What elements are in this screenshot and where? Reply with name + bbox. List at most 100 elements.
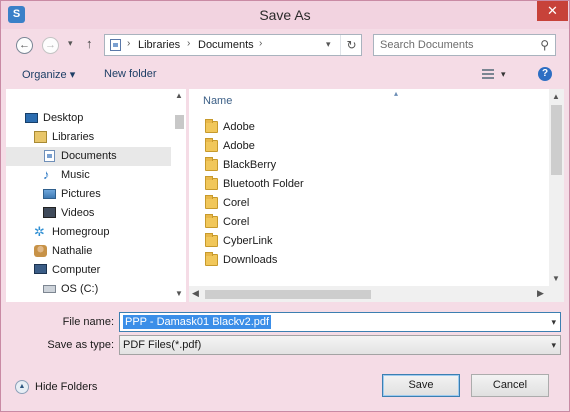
breadcrumb-documents[interactable]: Documents (198, 39, 254, 51)
recent-locations-dropdown[interactable]: ▾ (68, 38, 73, 49)
nav-item-videos[interactable]: Videos (6, 204, 171, 223)
dialog-title: Save As (259, 7, 311, 23)
help-icon[interactable]: ? (538, 67, 552, 81)
up-level-button[interactable]: ↑ (86, 36, 93, 51)
address-history-dropdown[interactable]: ▾ (326, 39, 331, 50)
libraries-icon (34, 131, 47, 143)
scroll-right-arrow[interactable]: ▶ (537, 288, 544, 299)
scroll-thumb[interactable] (205, 290, 371, 299)
nav-item-label: OS (C:) (61, 283, 99, 295)
folder-icon (205, 119, 218, 133)
file-name: BlackBerry (223, 159, 277, 171)
collapse-up-icon: ▲ (15, 380, 29, 394)
file-row[interactable]: Adobe (203, 118, 533, 137)
navigation-pane-scrollbar[interactable]: ▲ ▼ (172, 89, 186, 302)
file-list-vertical-scrollbar[interactable]: ▲ ▼ (549, 89, 564, 286)
nav-item-label: Pictures (61, 188, 101, 200)
command-toolbar: Organize ▾ New folder ▾ ? (1, 61, 569, 89)
save-as-type-value: PDF Files(*.pdf) (123, 339, 202, 351)
save-button[interactable]: Save (382, 374, 460, 397)
music-icon: ♪ (43, 167, 50, 182)
nav-item-desktop[interactable]: Desktop (6, 109, 171, 128)
nav-item-computer[interactable]: Computer (6, 261, 171, 280)
file-name: Corel (223, 197, 250, 209)
folder-icon (205, 214, 218, 228)
search-box[interactable]: Search Documents ⚲ (373, 34, 556, 56)
file-name-dropdown-arrow[interactable]: ▾ (551, 317, 556, 328)
nav-item-label: Libraries (52, 131, 95, 143)
file-name: Adobe (223, 140, 255, 152)
column-header-name[interactable]: Name (203, 95, 232, 107)
search-icon[interactable]: ⚲ (540, 38, 549, 52)
nav-item-label: Computer (52, 264, 101, 276)
nav-item-homegroup[interactable]: ✲ Homegroup (6, 223, 171, 242)
organize-menu-button[interactable]: Organize ▾ (22, 68, 75, 81)
nav-item-nathalie[interactable]: Nathalie (6, 242, 171, 261)
file-name: Adobe (223, 121, 255, 133)
file-row[interactable]: Corel (203, 194, 533, 213)
save-as-dialog: S Save As ✕ ← → ▾ ↑ › Libraries › Docume… (0, 0, 570, 412)
save-as-type-dropdown-arrow[interactable]: ▾ (551, 340, 556, 351)
videos-icon (43, 207, 56, 218)
new-folder-button[interactable]: New folder (104, 68, 157, 80)
file-name: CyberLink (223, 235, 273, 247)
nav-item-label: Desktop (43, 112, 84, 124)
search-input[interactable]: Search Documents (380, 39, 474, 51)
back-button[interactable]: ← (16, 37, 33, 54)
file-row[interactable]: CyberLink (203, 232, 533, 251)
save-as-type-select[interactable]: PDF Files(*.pdf) ▾ (119, 335, 561, 355)
nav-item-label: Documents (61, 150, 117, 162)
folder-icon (205, 176, 218, 190)
scroll-thumb[interactable] (175, 115, 184, 129)
cancel-button[interactable]: Cancel (471, 374, 549, 397)
nav-item-documents[interactable]: Documents (6, 147, 171, 166)
nav-item-music[interactable]: ♪ Music (6, 166, 171, 185)
file-row[interactable]: Adobe (203, 137, 533, 156)
hide-folders-label: Hide Folders (35, 381, 98, 393)
nav-item-libraries[interactable]: Libraries (6, 128, 171, 147)
breadcrumb-separator: › (187, 38, 191, 49)
file-name-label: File name: (62, 316, 114, 328)
title-bar[interactable]: S Save As ✕ (1, 1, 569, 29)
breadcrumb-libraries[interactable]: Libraries (138, 39, 180, 51)
breadcrumb-separator: › (127, 38, 131, 49)
scroll-up-arrow[interactable]: ▲ (549, 92, 563, 101)
navigation-pane: Desktop Libraries Documents ♪ Music Pict… (6, 89, 186, 302)
file-row[interactable]: Downloads (203, 251, 533, 270)
address-bar[interactable]: › Libraries › Documents › ▾ ↻ (104, 34, 362, 56)
nav-item-label: Homegroup (52, 226, 110, 238)
nav-item-pictures[interactable]: Pictures (6, 185, 171, 204)
homegroup-icon: ✲ (34, 224, 45, 239)
pictures-icon (43, 189, 56, 199)
change-view-icon[interactable] (482, 69, 494, 79)
folder-icon (205, 252, 218, 266)
scrollbar-corner (549, 286, 564, 302)
scroll-up-arrow[interactable]: ▲ (172, 91, 186, 100)
scroll-down-arrow[interactable]: ▼ (549, 274, 563, 283)
file-name: Bluetooth Folder (223, 178, 304, 190)
file-row[interactable]: BlackBerry (203, 156, 533, 175)
drive-icon (43, 285, 56, 293)
folder-icon (205, 138, 218, 152)
file-name-field[interactable]: PPP - Damask01 Blackv2.pdf ▾ (119, 312, 561, 332)
navigation-bar: ← → ▾ ↑ › Libraries › Documents › ▾ ↻ Se… (1, 29, 569, 61)
file-list-horizontal-scrollbar[interactable]: ◀ ▶ (189, 286, 549, 302)
forward-button[interactable]: → (42, 37, 59, 54)
nav-item-label: Music (61, 169, 90, 181)
nav-item-os-c[interactable]: OS (C:) (6, 280, 171, 299)
file-row[interactable]: Corel (203, 213, 533, 232)
close-button[interactable]: ✕ (537, 1, 568, 21)
folder-icon (205, 195, 218, 209)
save-as-type-label: Save as type: (47, 339, 114, 351)
view-options-dropdown[interactable]: ▾ (501, 69, 506, 80)
refresh-button[interactable]: ↻ (340, 35, 362, 55)
computer-icon (34, 264, 47, 274)
folder-icon (205, 233, 218, 247)
nav-item-label: Videos (61, 207, 95, 219)
file-name-value[interactable]: PPP - Damask01 Blackv2.pdf (123, 315, 272, 329)
desktop-icon (25, 113, 38, 123)
scroll-thumb[interactable] (551, 105, 562, 175)
scroll-left-arrow[interactable]: ◀ (192, 288, 199, 299)
file-row[interactable]: Bluetooth Folder (203, 175, 533, 194)
scroll-down-arrow[interactable]: ▼ (172, 289, 186, 298)
